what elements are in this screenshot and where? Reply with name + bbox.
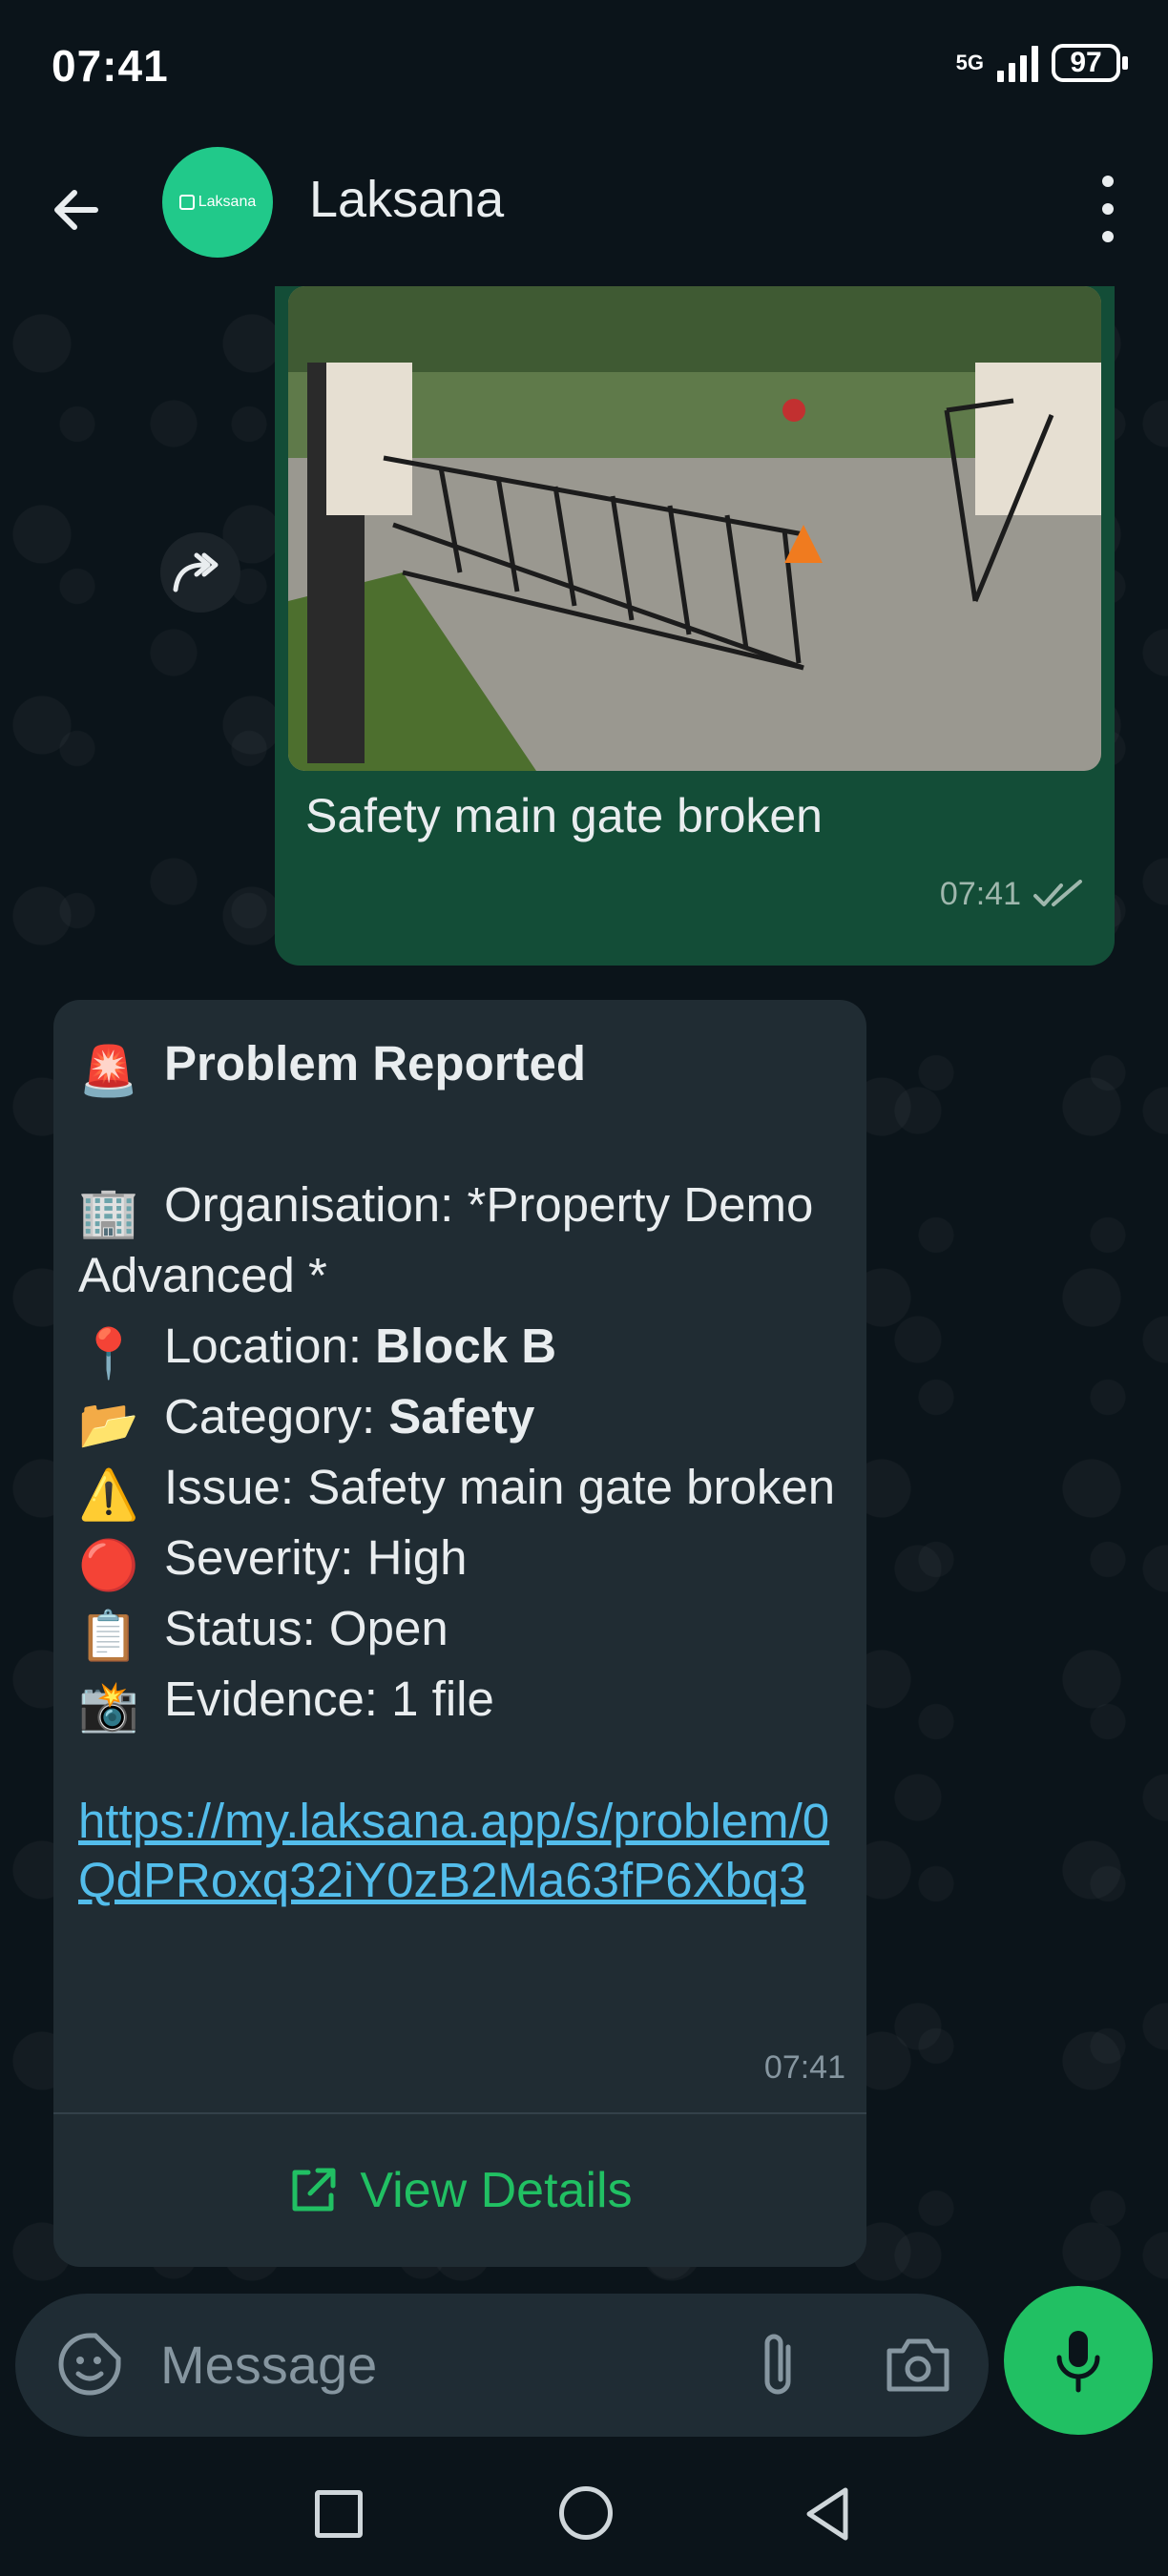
avatar[interactable]: Laksana (162, 147, 273, 258)
more-vert-icon[interactable] (1094, 176, 1122, 242)
network-type: 5G (955, 51, 984, 74)
issue-line: ⚠️ Issue: Safety main gate broken (78, 1452, 842, 1523)
home-button[interactable] (559, 2486, 613, 2540)
location-value: Block B (375, 1319, 557, 1373)
problem-title: Problem Reported (164, 1036, 587, 1091)
recents-button[interactable] (315, 2490, 363, 2538)
system-navigation-bar (0, 2448, 1168, 2576)
pin-icon: 📍 (78, 1326, 139, 1381)
evidence-text: Evidence: 1 file (164, 1672, 494, 1726)
system-back-icon[interactable] (803, 2486, 853, 2542)
category-label: Category: (164, 1389, 389, 1444)
battery-icon: 97 (1052, 44, 1128, 82)
double-check-icon (1033, 879, 1082, 906)
mic-icon (1056, 2331, 1100, 2393)
forward-button[interactable] (160, 532, 240, 613)
outgoing-message[interactable]: Safety main gate broken 07:41 (275, 286, 1115, 966)
organisation-text: Organisation: *Property Demo Advanced * (78, 1177, 824, 1302)
view-details-label: View Details (360, 2163, 633, 2218)
message-body: 🚨 Problem Reported 🏢 Organisation: *Proper… (78, 1028, 842, 1910)
message-time: 07:41 (939, 876, 1021, 912)
organisation-line: 🏢 Organisation: *Property Demo Advanced * (78, 1170, 842, 1311)
status-bar: 07:41 5G 97 (0, 0, 1168, 134)
avatar-label: Laksana (198, 194, 257, 210)
location-line: 📍 Location: Block B (78, 1311, 842, 1381)
message-meta: 07:41 (940, 876, 1084, 913)
chat-area[interactable]: Safety main gate broken 07:41 🚨 Problem R… (0, 286, 1168, 2286)
composer: Message (0, 2286, 1168, 2448)
status-indicators: 5G 97 (955, 44, 1128, 82)
mic-button[interactable] (1004, 2286, 1153, 2435)
evidence-line: 📸 Evidence: 1 file (78, 1664, 842, 1735)
signal-icon (997, 44, 1038, 82)
office-building-icon: 🏢 (78, 1185, 139, 1239)
message-placeholder: Message (160, 2335, 378, 2395)
view-details-button[interactable]: View Details (53, 2114, 866, 2267)
status-text: Status: Open (164, 1601, 448, 1655)
status-time: 07:41 (52, 41, 169, 91)
issue-text: Issue: Safety main gate broken (164, 1460, 836, 1514)
red-circle-icon: 🔴 (78, 1538, 139, 1592)
logo-icon (178, 195, 195, 210)
message-input[interactable]: Message (15, 2294, 989, 2437)
message-photo[interactable] (288, 286, 1101, 771)
forward-icon (173, 552, 219, 592)
folder-icon: 📂 (78, 1397, 139, 1451)
broken-gate-photo (288, 286, 1101, 771)
arrow-left-icon[interactable] (46, 179, 107, 240)
external-link-icon (292, 2168, 336, 2212)
attach-icon[interactable] (744, 2328, 811, 2400)
status-line: 📋 Status: Open (78, 1593, 842, 1664)
contact-name[interactable]: Laksana (309, 170, 504, 229)
clipboard-icon: 📋 (78, 1609, 139, 1663)
problem-link[interactable]: https://my.laksana.app/s/problem/0QdPRox… (78, 1792, 832, 1910)
problem-title-line: 🚨 Problem Reported (78, 1028, 842, 1099)
incoming-message[interactable]: 🚨 Problem Reported 🏢 Organisation: *Proper… (53, 1000, 866, 2267)
camera-flash-icon: 📸 (78, 1679, 139, 1734)
warning-icon: ⚠️ (78, 1467, 139, 1522)
severity-text: Severity: High (164, 1530, 468, 1585)
camera-icon[interactable] (882, 2332, 954, 2399)
chat-header: Laksana Laksana (0, 134, 1168, 286)
category-value: Safety (388, 1389, 535, 1444)
battery-level: 97 (1070, 47, 1102, 78)
siren-icon: 🚨 (78, 1044, 139, 1098)
sticker-icon[interactable] (55, 2330, 124, 2399)
severity-line: 🔴 Severity: High (78, 1523, 842, 1593)
message-time: 07:41 (763, 2049, 845, 2086)
location-label: Location: (164, 1319, 376, 1373)
category-line: 📂 Category: Safety (78, 1381, 842, 1452)
message-caption: Safety main gate broken (305, 789, 823, 842)
